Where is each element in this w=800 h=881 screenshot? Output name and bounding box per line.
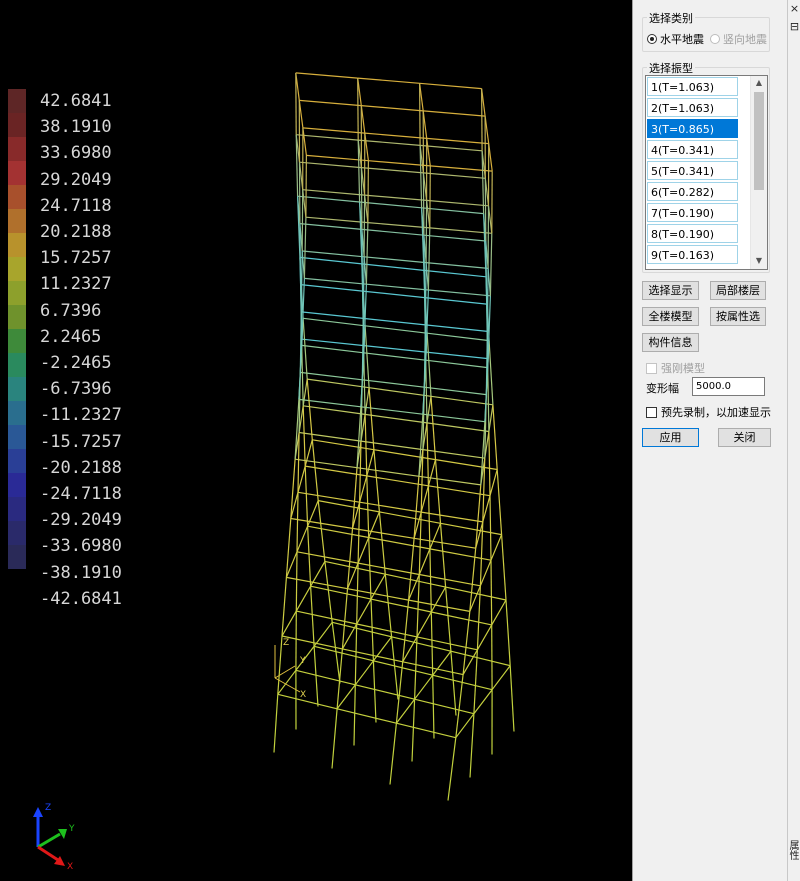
- category-title: 选择类别: [647, 10, 695, 26]
- mode-list-item[interactable]: 9(T=0.163): [647, 245, 738, 264]
- mode-list[interactable]: 1(T=1.063) 2(T=1.063) 3(T=0.865) 4(T=0.341)…: [645, 75, 768, 270]
- by-attribute-button[interactable]: 按属性选: [710, 307, 766, 326]
- select-display-button[interactable]: 选择显示: [642, 281, 699, 300]
- triad-y-label: Y: [68, 824, 75, 834]
- scroll-up-icon[interactable]: ▲: [753, 78, 765, 87]
- axis-triad: Z Y X: [33, 803, 75, 872]
- whole-model-button[interactable]: 全楼模型: [642, 307, 699, 326]
- mode-list-item[interactable]: 2(T=1.063): [647, 98, 738, 117]
- close-icon[interactable]: ×: [789, 2, 800, 15]
- mode-list-item[interactable]: 8(T=0.190): [647, 224, 738, 243]
- checkbox-icon: [646, 362, 657, 374]
- radio-selected-icon: [647, 34, 657, 44]
- radio-horizontal-label: 水平地震: [660, 34, 704, 46]
- mode-list-item[interactable]: 4(T=0.341): [647, 140, 738, 159]
- model-viewport[interactable]: 42.6841 38.1910 33.6980 29.2049 24.7118 20.21…: [0, 0, 632, 881]
- mode-list-item[interactable]: 6(T=0.282): [647, 182, 738, 201]
- scroll-down-icon[interactable]: ▼: [753, 256, 765, 265]
- side-strip: × ⊟ 属性: [787, 0, 800, 881]
- prerecord-checkbox[interactable]: 预先录制，以加速显示: [646, 404, 771, 420]
- member-info-button[interactable]: 构件信息: [642, 333, 699, 352]
- mode-list-item[interactable]: 3(T=0.865): [647, 119, 738, 138]
- scroll-thumb[interactable]: [754, 92, 764, 190]
- rigid-model-checkbox[interactable]: 强刚模型: [646, 360, 705, 376]
- deform-label: 变形幅: [646, 383, 679, 395]
- mode-title: 选择振型: [647, 60, 695, 76]
- triad-x-label: X: [67, 862, 73, 872]
- radio-horizontal-quake[interactable]: 水平地震: [647, 31, 704, 47]
- radio-vertical-quake[interactable]: 竖向地震: [710, 31, 767, 47]
- mode-list-scrollbar[interactable]: ▲ ▼: [750, 76, 767, 269]
- pin-icon[interactable]: ⊟: [789, 20, 800, 33]
- apply-button[interactable]: 应用: [642, 428, 699, 447]
- mode-list-item[interactable]: 1(T=1.063): [647, 77, 738, 96]
- triad-z-label: Z: [45, 803, 51, 813]
- mode-list-item[interactable]: 5(T=0.341): [647, 161, 738, 180]
- close-button[interactable]: 关闭: [718, 428, 771, 447]
- local-floor-button[interactable]: 局部楼层: [710, 281, 766, 300]
- side-tab-label[interactable]: 属性: [787, 840, 800, 860]
- checkbox-icon: [646, 406, 657, 418]
- radio-unselected-icon: [710, 34, 720, 44]
- mode-list-item[interactable]: 7(T=0.190): [647, 203, 738, 222]
- rigid-model-label: 强刚模型: [661, 362, 705, 375]
- radio-vertical-label: 竖向地震: [723, 34, 767, 46]
- deform-amplitude-input[interactable]: 5000.0: [692, 377, 765, 396]
- prerecord-label: 预先录制，以加速显示: [661, 406, 771, 419]
